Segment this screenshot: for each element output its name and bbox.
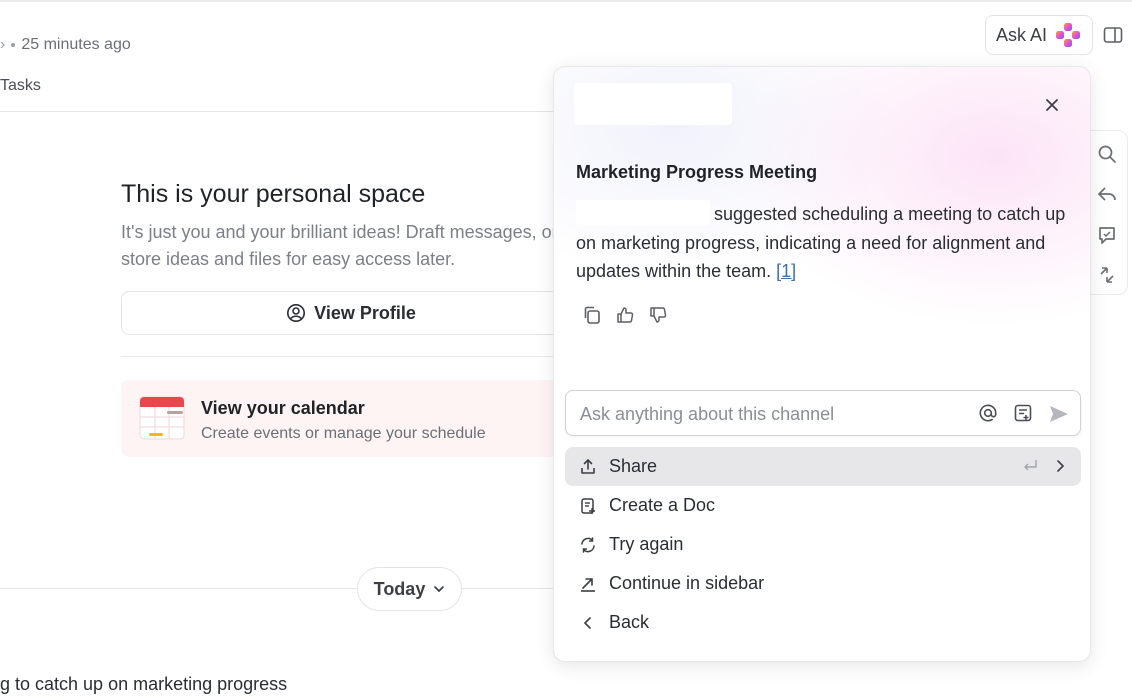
today-divider-line bbox=[0, 588, 560, 589]
mention-icon[interactable] bbox=[978, 403, 998, 423]
attach-doc-icon[interactable] bbox=[1013, 403, 1033, 423]
arrow-up-right-icon bbox=[581, 577, 595, 592]
view-profile-button[interactable]: View Profile bbox=[121, 291, 581, 335]
redacted-name bbox=[576, 200, 710, 226]
enter-key-icon bbox=[1024, 460, 1037, 471]
citation-link[interactable]: [1] bbox=[776, 261, 796, 281]
answer-feedback-row bbox=[582, 305, 668, 325]
menu-item-label: Continue in sidebar bbox=[609, 573, 765, 593]
convert-icon[interactable] bbox=[1096, 264, 1118, 286]
ai-action-menu: Share Create a Doc Try again Continue in… bbox=[565, 447, 1081, 642]
view-profile-label: View Profile bbox=[314, 302, 416, 323]
menu-item-create-doc[interactable]: Create a Doc bbox=[565, 486, 1081, 525]
header-divider bbox=[0, 111, 560, 112]
ask-ai-input[interactable] bbox=[580, 401, 960, 427]
truncated-author: › bbox=[0, 36, 6, 53]
reply-icon[interactable] bbox=[1096, 183, 1118, 205]
thumbs-up-icon[interactable] bbox=[615, 305, 635, 325]
chevron-left-icon bbox=[583, 616, 591, 629]
refresh-icon bbox=[581, 536, 595, 553]
share-icon bbox=[581, 458, 595, 474]
ask-ai-panel: Marketing Progress Meeting suggested sch… bbox=[553, 66, 1091, 662]
menu-item-label: Share bbox=[609, 456, 658, 476]
today-label: Today bbox=[373, 578, 426, 599]
redacted-header bbox=[574, 83, 732, 125]
ask-ai-button[interactable]: Ask AI bbox=[985, 15, 1093, 55]
send-icon[interactable] bbox=[1048, 403, 1070, 425]
ask-ai-label: Ask AI bbox=[996, 24, 1048, 45]
time-ago-text: 25 minutes ago bbox=[21, 36, 131, 53]
menu-item-label: Try again bbox=[609, 534, 684, 554]
menu-item-continue-sidebar[interactable]: Continue in sidebar bbox=[565, 564, 1081, 603]
menu-item-try-again[interactable]: Try again bbox=[565, 525, 1081, 564]
ask-ai-input-box bbox=[565, 390, 1081, 436]
message-preview: g to catch up on marketing progress bbox=[0, 674, 288, 694]
comment-icon[interactable] bbox=[1096, 224, 1118, 246]
calendar-card[interactable]: View your calendar Create events or mana… bbox=[121, 380, 581, 457]
menu-item-label: Create a Doc bbox=[609, 495, 716, 515]
chevron-down-icon bbox=[434, 586, 445, 593]
copy-icon[interactable] bbox=[582, 305, 602, 325]
answer-body: suggested scheduling a meeting to catch … bbox=[576, 200, 1076, 286]
sidebar-toggle-icon[interactable] bbox=[1103, 25, 1123, 45]
personal-space-title: This is your personal space bbox=[121, 180, 426, 208]
answer-title: Marketing Progress Meeting bbox=[576, 162, 818, 182]
personal-space-description: It's just you and your brilliant ideas! … bbox=[121, 222, 558, 269]
separator-dot bbox=[11, 43, 16, 47]
message-actions-rail bbox=[1088, 130, 1128, 295]
today-date-pill[interactable]: Today bbox=[357, 567, 462, 611]
calendar-icon bbox=[139, 396, 185, 440]
calendar-card-subtitle: Create events or manage your schedule bbox=[201, 425, 486, 442]
ai-sparkle-icon bbox=[1056, 23, 1081, 47]
close-icon[interactable] bbox=[1044, 97, 1060, 113]
chevron-right-icon bbox=[1057, 460, 1065, 472]
tab-tasks[interactable]: Tasks bbox=[0, 77, 41, 95]
menu-item-share[interactable]: Share bbox=[565, 447, 1081, 486]
section-divider bbox=[121, 356, 561, 357]
doc-icon bbox=[581, 497, 595, 514]
last-updated: › 25 minutes ago bbox=[0, 36, 131, 54]
top-border bbox=[0, 0, 1132, 2]
calendar-card-title: View your calendar bbox=[201, 398, 365, 418]
user-circle-icon bbox=[287, 304, 306, 322]
thumbs-down-icon[interactable] bbox=[648, 305, 668, 325]
search-icon[interactable] bbox=[1096, 143, 1118, 165]
menu-item-label: Back bbox=[609, 612, 650, 632]
menu-item-back[interactable]: Back bbox=[565, 603, 1081, 642]
